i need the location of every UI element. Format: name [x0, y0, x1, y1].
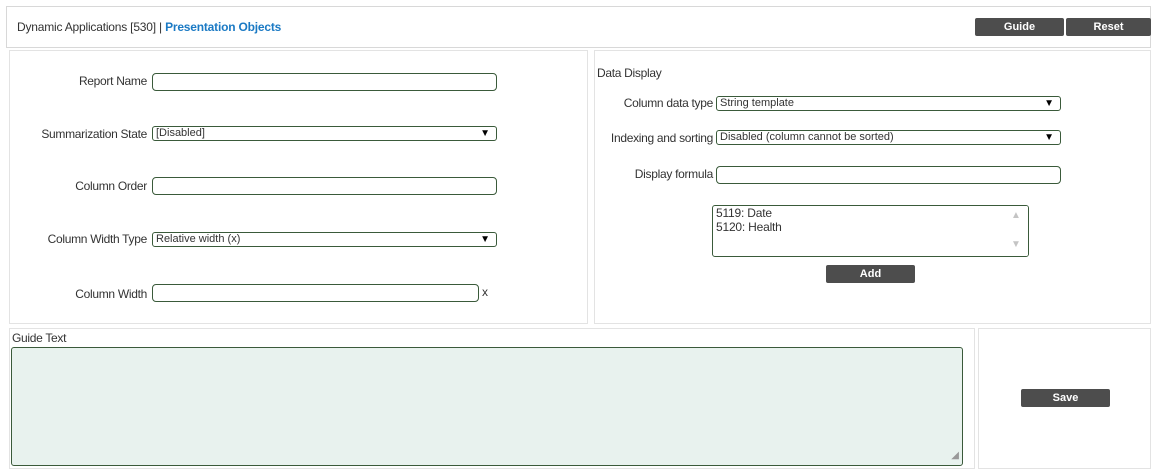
save-button[interactable]: Save [1021, 389, 1110, 407]
reset-button[interactable]: Reset [1066, 18, 1151, 36]
column-width-label: Column Width [75, 287, 147, 301]
indexing-sorting-value: Disabled (column cannot be sorted) [720, 131, 894, 143]
scroll-up-icon[interactable]: ▲ [1011, 210, 1021, 221]
listbox-scrollbar[interactable]: ▲ ▼ [1006, 206, 1028, 256]
column-order-input[interactable] [152, 177, 497, 195]
objects-listbox[interactable]: 5119: Date 5120: Health ▲ ▼ [712, 205, 1029, 257]
add-button[interactable]: Add [826, 265, 915, 283]
guide-button[interactable]: Guide [975, 18, 1064, 36]
column-width-type-label: Column Width Type [47, 232, 148, 246]
dropdown-arrow-icon: ▼ [480, 128, 490, 139]
column-order-label: Column Order [75, 179, 147, 193]
summarization-state-value: [Disabled] [156, 127, 205, 139]
data-display-heading: Data Display [597, 66, 662, 80]
dropdown-arrow-icon: ▼ [1044, 132, 1054, 143]
column-width-input[interactable] [152, 284, 479, 302]
summarization-state-label: Summarization State [41, 127, 147, 141]
save-panel: Save [978, 328, 1151, 469]
column-data-type-select[interactable]: String template ▼ [716, 96, 1061, 111]
guide-text-panel: Guide Text ◢ [9, 328, 975, 469]
breadcrumb-link-presentation-objects[interactable]: Presentation Objects [165, 20, 281, 34]
report-name-input[interactable] [152, 73, 497, 91]
column-data-type-label: Column data type [623, 96, 714, 110]
list-item[interactable]: 5120: Health [713, 220, 1028, 234]
breadcrumb: Dynamic Applications [530] | Presentatio… [17, 20, 281, 34]
guide-text-label: Guide Text [12, 331, 67, 345]
display-formula-label: Display formula [634, 167, 714, 181]
header-bar: Dynamic Applications [530] | Presentatio… [6, 6, 1151, 48]
guide-text-textarea[interactable] [11, 347, 963, 466]
scroll-down-icon[interactable]: ▼ [1011, 239, 1021, 250]
display-formula-input[interactable] [716, 166, 1061, 184]
indexing-sorting-select[interactable]: Disabled (column cannot be sorted) ▼ [716, 130, 1061, 145]
indexing-sorting-label: Indexing and sorting [610, 131, 713, 145]
data-display-panel: Data Display Column data type String tem… [594, 50, 1151, 324]
dropdown-arrow-icon: ▼ [1044, 98, 1054, 109]
summarization-state-select[interactable]: [Disabled] ▼ [152, 126, 497, 141]
column-width-type-select[interactable]: Relative width (x) ▼ [152, 232, 497, 247]
breadcrumb-prefix: Dynamic Applications [530] | [17, 20, 166, 34]
column-width-suffix: x [482, 285, 488, 299]
dropdown-arrow-icon: ▼ [480, 234, 490, 245]
column-data-type-value: String template [720, 97, 794, 109]
resize-grip-icon[interactable]: ◢ [951, 450, 959, 461]
column-width-type-value: Relative width (x) [156, 233, 241, 245]
app-frame: Dynamic Applications [530] | Presentatio… [6, 6, 1151, 469]
properties-panel: Report Name Summarization State [Disable… [9, 50, 588, 324]
list-item[interactable]: 5119: Date [713, 206, 1028, 220]
report-name-label: Report Name [78, 74, 147, 88]
